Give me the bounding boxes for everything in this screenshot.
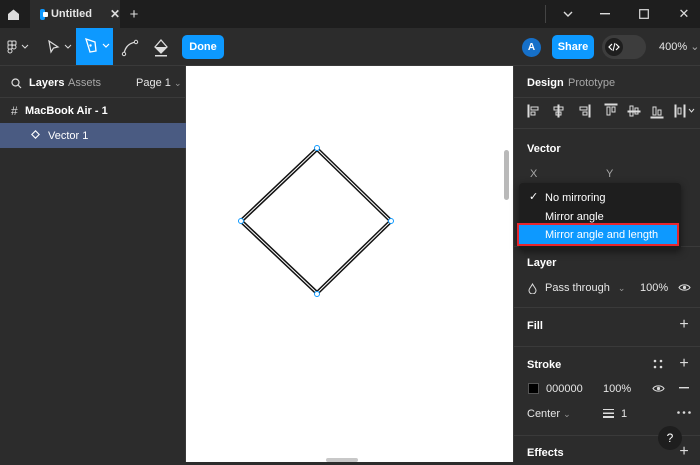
close-tab-icon[interactable]: ✕ [110,7,120,21]
panel-divider [514,128,700,129]
maximize-icon[interactable] [636,5,652,23]
title-bar: Untitled ✕ + ✕ [0,0,700,28]
drop-icon [528,282,537,294]
align-bottom-icon [650,106,664,119]
design-panel: Design Prototype Vector X Y Layer Pass t… [513,66,700,462]
panel-divider [514,307,700,308]
page-label: Page 1 [136,77,171,89]
layer-row-frame[interactable]: # MacBook Air - 1 [0,98,186,123]
page-selector[interactable]: Page 1 ⌄ [136,77,181,89]
stroke-color-swatch[interactable] [528,383,539,394]
tab-layers[interactable]: Layers [29,77,64,89]
blend-mode-value: Pass through [545,282,610,294]
avatar[interactable]: A [522,38,541,57]
menu-item-mirror-angle-and-length[interactable]: Mirror angle and length [517,223,679,246]
vector-diamond[interactable] [186,66,513,462]
layer-row-vector[interactable]: Vector 1 [0,123,186,148]
panel-divider [514,97,700,98]
fill-section-title: Fill [527,320,543,332]
align-horizontal-center-icon [553,104,564,118]
tab-title: Untitled [50,8,92,20]
effects-section-title: Effects [527,447,564,459]
bend-tool-icon[interactable] [119,38,141,58]
minimize-icon[interactable] [597,5,613,23]
help-button[interactable]: ? [658,426,682,450]
align-top-icon [604,103,618,116]
layer-opacity[interactable]: 100% [640,282,668,294]
done-button[interactable]: Done [182,35,224,59]
chevron-down-icon: ⌄ [173,78,182,88]
menu-item-label: Mirror angle and length [545,228,659,241]
x-label: X [530,168,538,180]
stroke-position-dropdown[interactable]: Center ⌄ [527,408,571,420]
zoom-dropdown[interactable]: 400% ⌄ [659,40,699,53]
layer-section-title: Layer [527,257,557,269]
eye-icon[interactable] [650,381,666,395]
code-icon [608,42,620,52]
stroke-position-value: Center [527,408,561,420]
chevron-down-icon [688,108,695,113]
horizontal-scrollbar[interactable] [326,458,358,462]
frame-icon: # [11,103,18,118]
stroke-weight-value[interactable]: 1 [621,408,627,420]
distribute-icon [674,104,686,118]
y-label: Y [606,168,614,180]
stroke-opacity[interactable]: 100% [603,383,631,395]
more-options-icon[interactable] [674,406,694,418]
check-icon: ✓ [529,191,539,203]
title-divider [545,5,546,23]
zoom-value: 400% [659,41,688,53]
menu-item-no-mirroring[interactable]: ✓ No mirroring [519,188,681,207]
tab-assets[interactable]: Assets [68,77,101,89]
home-icon[interactable] [4,5,22,23]
share-button[interactable]: Share [552,35,594,59]
chevron-down-icon: ⌄ [563,409,571,419]
tab-design[interactable]: Design [527,77,564,89]
menu-item-label: Mirror angle [545,210,604,223]
canvas[interactable] [186,66,513,462]
pen-tool-icon [85,37,110,53]
align-right-icon [579,104,591,118]
file-icon [40,8,48,20]
alignment-bar [527,103,697,119]
vector-section-title: Vector [527,143,561,155]
dev-mode-knob [605,38,623,56]
add-fill-icon[interactable]: + [676,316,692,333]
file-tab[interactable]: Untitled ✕ [30,0,120,28]
vertical-scrollbar[interactable] [504,150,509,200]
paint-bucket-icon[interactable] [150,38,172,58]
anchor-point [388,218,394,224]
main-menu-icon[interactable] [5,38,31,56]
menu-item-label: No mirroring [545,191,606,204]
anchor-point [314,145,320,151]
remove-stroke-icon[interactable] [676,381,692,395]
chevron-down-icon[interactable] [560,5,576,23]
layers-panel: Layers Assets Page 1 ⌄ # MacBook Air - 1… [0,66,186,462]
anchor-point [238,218,244,224]
layer-name: Vector 1 [48,129,89,142]
pen-tool-button[interactable] [76,28,113,65]
align-vertical-center-icon [627,105,641,117]
vector-icon [31,129,48,142]
stroke-color-value[interactable]: 000000 [546,383,583,395]
stroke-section-title: Stroke [527,359,562,371]
panel-divider [514,346,700,347]
add-tab-button[interactable]: + [126,4,142,24]
close-window-icon[interactable]: ✕ [676,5,692,23]
add-stroke-icon[interactable]: + [676,355,692,372]
blend-mode-dropdown[interactable]: Pass through ⌄ [528,282,625,294]
tab-prototype[interactable]: Prototype [568,77,615,89]
move-tool-icon[interactable] [44,38,74,56]
align-left-icon [527,104,539,118]
anchor-point [314,291,320,297]
chevron-down-icon: ⌄ [690,41,700,53]
stroke-weight-icon [602,407,614,419]
layer-name: MacBook Air - 1 [25,104,108,117]
style-grid-icon[interactable] [650,357,666,371]
chevron-down-icon: ⌄ [617,282,626,293]
search-icon[interactable] [9,76,23,90]
dev-mode-toggle[interactable] [602,35,646,59]
eye-icon[interactable] [676,280,692,294]
